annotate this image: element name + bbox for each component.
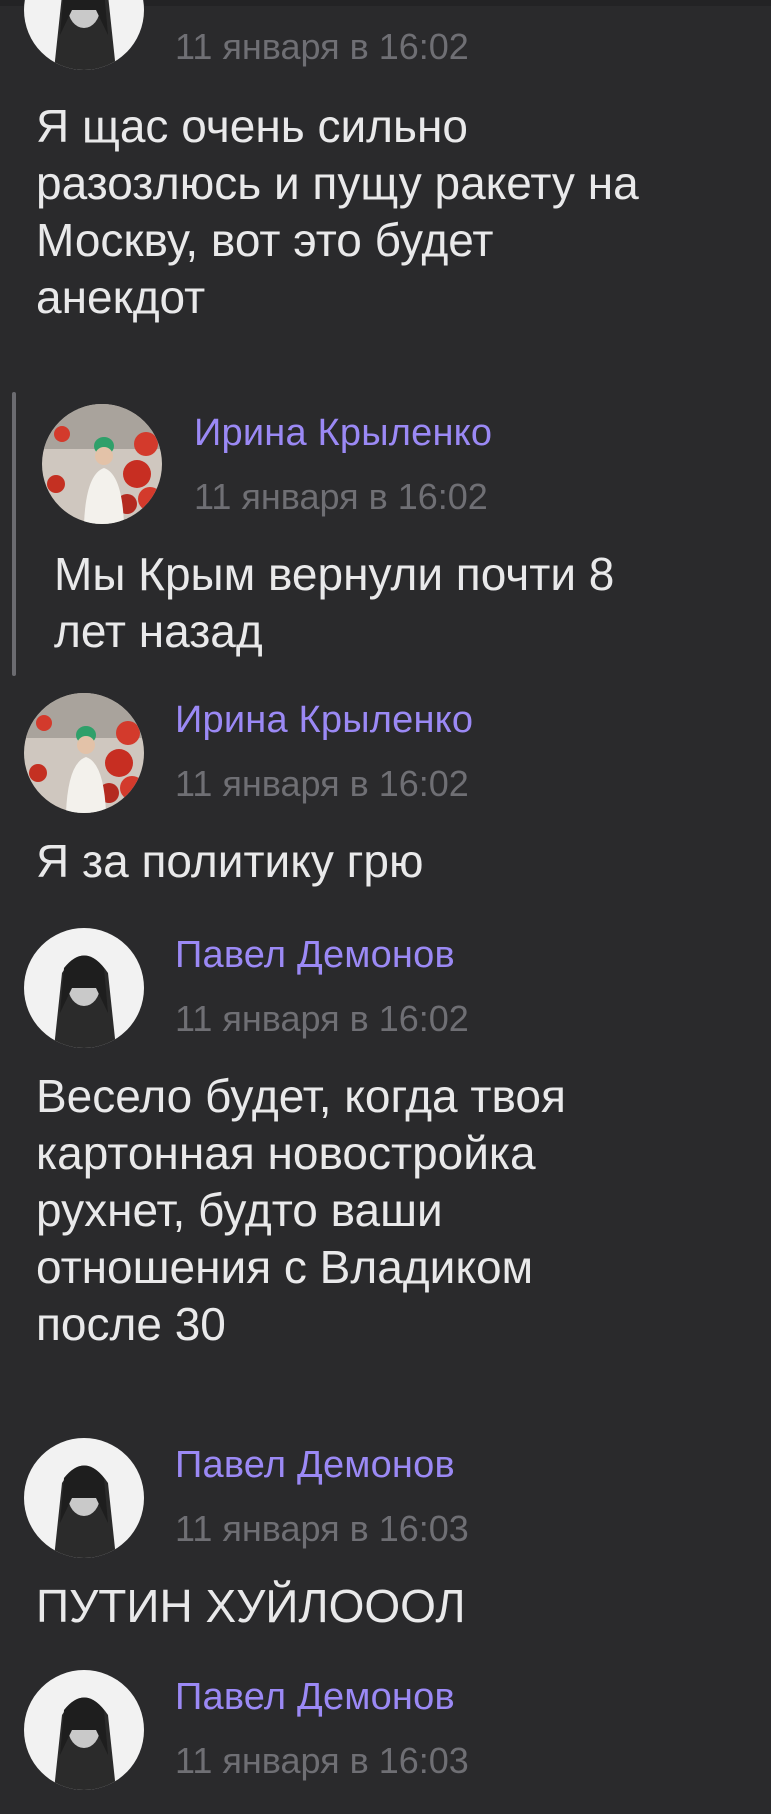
irina-avatar-icon[interactable] (42, 404, 162, 524)
comment-author[interactable]: Ирина Крыленко (175, 699, 473, 742)
avatar-image (24, 693, 144, 813)
comment-time: 11 января в 16:02 (175, 763, 469, 804)
pavel-avatar-icon[interactable] (24, 0, 144, 70)
comment-item: Павел Демонов 11 января в 16:03 ПУТИН ХУ… (0, 1432, 771, 1662)
comment-time: 11 января в 16:02 (194, 476, 488, 517)
comment-feed: 11 января в 16:02 Я щас очень сильно раз… (0, 0, 771, 1814)
comment-time: 11 января в 16:02 (175, 998, 469, 1039)
comment-text: Я щас очень сильно разозлюсь и пущу раке… (36, 100, 639, 323)
comment-text: Весело будет, когда твоя картонная новос… (36, 1070, 566, 1350)
pavel-avatar-icon[interactable] (24, 1438, 144, 1558)
comment-item: 11 января в 16:02 Я щас очень сильно раз… (0, 0, 771, 380)
comment-text: Мы Крым вернули почти 8 лет назад (54, 548, 615, 657)
avatar-image (24, 1670, 144, 1790)
quoted-comment[interactable]: Ирина Крыленко 11 января в 16:02 Мы Крым… (0, 396, 771, 676)
comment-author[interactable]: Ирина Крыленко (194, 412, 492, 455)
comment-time: 11 января в 16:02 (175, 26, 469, 67)
avatar-image (24, 928, 144, 1048)
comment-item: Павел Демонов 11 января в 16:03 (0, 1664, 771, 1814)
avatar-image (42, 404, 162, 524)
comment-text: Я за политику грю (36, 835, 424, 887)
pavel-avatar-icon[interactable] (24, 928, 144, 1048)
comment-time: 11 января в 16:03 (175, 1740, 469, 1781)
comment-author[interactable]: Павел Демонов (175, 934, 455, 977)
comment-item: Ирина Крыленко 11 января в 16:02 Я за по… (0, 690, 771, 910)
pavel-avatar-icon[interactable] (24, 1670, 144, 1790)
comment-time: 11 января в 16:03 (175, 1508, 469, 1549)
avatar-image (24, 1438, 144, 1558)
comment-author[interactable]: Павел Демонов (175, 1444, 455, 1487)
comment-item: Павел Демонов 11 января в 16:02 Весело б… (0, 922, 771, 1422)
irina-avatar-icon[interactable] (24, 693, 144, 813)
avatar-image (24, 0, 144, 70)
comment-text: ПУТИН ХУЙЛОООЛ (36, 1580, 466, 1632)
comment-author[interactable]: Павел Демонов (175, 1676, 455, 1719)
